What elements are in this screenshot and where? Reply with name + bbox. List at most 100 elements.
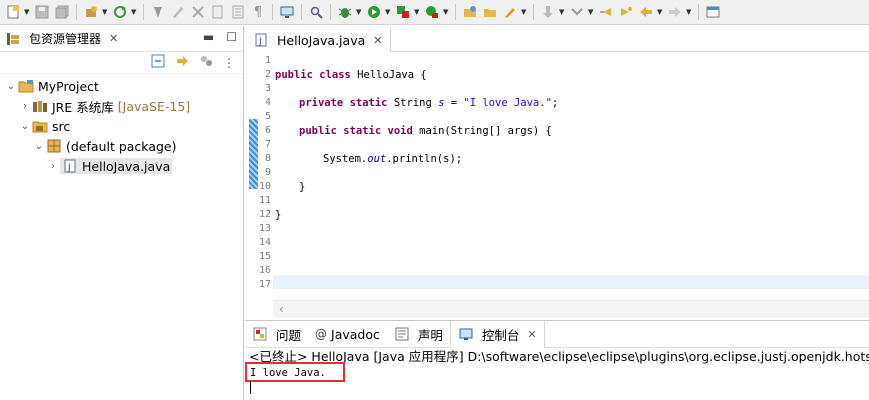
- external-tools-icon[interactable]: [423, 3, 441, 21]
- line-number: 7: [264, 139, 271, 150]
- line-number: 16: [258, 265, 271, 276]
- text-caret: [250, 381, 251, 394]
- chevron-down-icon[interactable]: ⌄: [18, 121, 32, 132]
- back-icon[interactable]: [637, 3, 655, 21]
- code-token: String: [387, 97, 439, 109]
- perspective-icon[interactable]: [704, 3, 722, 21]
- line-number: 9: [264, 167, 271, 178]
- current-line-highlight: [273, 275, 869, 289]
- code-token: }: [299, 181, 306, 193]
- debug-dropdown-icon[interactable]: ▼: [356, 8, 363, 16]
- down-arrow-icon[interactable]: [539, 3, 557, 21]
- close-icon[interactable]: ✕: [109, 32, 118, 45]
- new-dropdown-icon[interactable]: ▼: [24, 8, 31, 16]
- pencil-icon[interactable]: [501, 3, 519, 21]
- toolbar-separator: [143, 4, 144, 20]
- close-icon[interactable]: ✕: [373, 34, 382, 47]
- open-type-icon[interactable]: [461, 3, 479, 21]
- prev-annotation-icon[interactable]: [597, 3, 615, 21]
- back-dropdown-icon[interactable]: ▼: [657, 8, 664, 16]
- line-number: 4: [264, 97, 271, 108]
- tab-package-explorer-label: 包资源管理器: [29, 32, 102, 46]
- forward-icon[interactable]: [666, 3, 684, 21]
- package-explorer-toolbar: ⋮: [0, 52, 243, 74]
- minimize-icon[interactable]: ▬: [203, 30, 214, 44]
- project-folder-icon: [18, 78, 34, 94]
- pencil-dropdown-icon[interactable]: ▼: [521, 8, 528, 16]
- tab-package-explorer[interactable]: 包资源管理器 ✕: [0, 26, 123, 52]
- chevron-down-icon[interactable]: ⌄: [32, 141, 46, 152]
- view-menu-icon[interactable]: ⋮: [223, 56, 235, 70]
- line-number: 15: [258, 251, 271, 262]
- next-annotation-icon[interactable]: [568, 3, 586, 21]
- new-icon[interactable]: [4, 3, 22, 21]
- run-icon[interactable]: [365, 3, 383, 21]
- tab-hellojava-java[interactable]: J HelloJava.java ✕: [245, 26, 392, 52]
- tab-problems[interactable]: 问题: [245, 321, 308, 348]
- collapse-all-icon[interactable]: [151, 54, 165, 71]
- refresh-icon[interactable]: [111, 3, 129, 21]
- library-icon: [32, 98, 48, 114]
- package-icon: [46, 138, 62, 154]
- pin-icon[interactable]: [149, 3, 167, 21]
- close-icon[interactable]: ✕: [527, 328, 536, 341]
- tree-item-default-package[interactable]: ⌄ (default package): [0, 136, 243, 156]
- new-project-icon[interactable]: [82, 3, 100, 21]
- save-icon[interactable]: [33, 3, 51, 21]
- run-dropdown-icon[interactable]: ▼: [385, 8, 392, 16]
- tab-javadoc-label: Javadoc: [331, 326, 380, 342]
- chevron-down-icon[interactable]: ⌄: [4, 81, 18, 92]
- external-tools-dropdown-icon[interactable]: ▼: [443, 8, 450, 16]
- tree-item-label: src: [52, 118, 71, 134]
- save-all-icon[interactable]: [53, 3, 71, 21]
- page-icon[interactable]: [209, 3, 227, 21]
- string-token: "I love Java.": [463, 97, 552, 109]
- code-editor[interactable]: 1 2 3 4 5 6 7 8 9 10 11 12 13 14 15 16 1…: [245, 53, 869, 299]
- open-folder-icon[interactable]: [481, 3, 499, 21]
- scroll-left-icon[interactable]: ‹: [279, 302, 284, 316]
- line-number: 8: [264, 153, 271, 164]
- coverage-icon[interactable]: [394, 3, 412, 21]
- tree-item-myproject[interactable]: ⌄ MyProject: [0, 76, 243, 96]
- marker-icon[interactable]: [169, 3, 187, 21]
- code-line-10: }: [299, 180, 305, 194]
- toolbar-separator: [330, 4, 331, 20]
- highlight-box: [245, 362, 345, 382]
- search-icon[interactable]: [307, 3, 325, 21]
- maximize-icon[interactable]: ☐: [226, 30, 237, 44]
- tab-declaration-label: 声明: [417, 327, 443, 343]
- monitor-icon[interactable]: [278, 3, 296, 21]
- chevron-right-icon[interactable]: ›: [18, 101, 32, 112]
- source-folder-icon: [32, 118, 48, 134]
- declaration-icon: [394, 326, 410, 342]
- filter-icon[interactable]: [199, 54, 213, 71]
- tab-console[interactable]: 控制台 ✕: [449, 320, 545, 348]
- last-edit-icon[interactable]: [617, 3, 635, 21]
- pilcrow-icon[interactable]: ¶: [249, 3, 267, 21]
- next-annotation-dropdown-icon[interactable]: ▼: [588, 8, 595, 16]
- line-number-gutter: 1 2 3 4 5 6 7 8 9 10 11 12 13 14 15 16 1…: [245, 53, 273, 299]
- link-with-editor-icon[interactable]: [175, 54, 189, 71]
- tree-item-jre-library[interactable]: › JRE 系统库 [JavaSE-15]: [0, 96, 243, 116]
- refresh-dropdown-icon[interactable]: ▼: [131, 8, 138, 16]
- tree-item-hellojava-java[interactable]: › J HelloJava.java: [0, 156, 243, 176]
- coverage-dropdown-icon[interactable]: ▼: [414, 8, 421, 16]
- forward-dropdown-icon[interactable]: ▼: [686, 8, 693, 16]
- debug-icon[interactable]: [336, 3, 354, 21]
- down-arrow-dropdown-icon[interactable]: ▼: [559, 8, 566, 16]
- compare-icon[interactable]: [189, 3, 207, 21]
- line-number: 3: [264, 83, 271, 94]
- new-project-dropdown-icon[interactable]: ▼: [102, 8, 109, 16]
- toolbar-separator: [76, 4, 77, 20]
- code-token: main(String[] args) {: [412, 125, 552, 137]
- list-icon[interactable]: [229, 3, 247, 21]
- chevron-right-icon[interactable]: ›: [46, 161, 60, 172]
- horizontal-scrollbar[interactable]: ‹: [273, 300, 869, 318]
- tree-item-src[interactable]: ⌄ src: [0, 116, 243, 136]
- tab-declaration[interactable]: 声明: [387, 321, 450, 348]
- keyword-token: public static void: [299, 125, 413, 137]
- toolbar-separator: [698, 4, 699, 20]
- code-token: );: [449, 153, 463, 165]
- package-explorer-tabbar: 包资源管理器 ✕ ▬ ☐: [0, 26, 243, 52]
- tab-javadoc[interactable]: @ Javadoc: [308, 321, 387, 348]
